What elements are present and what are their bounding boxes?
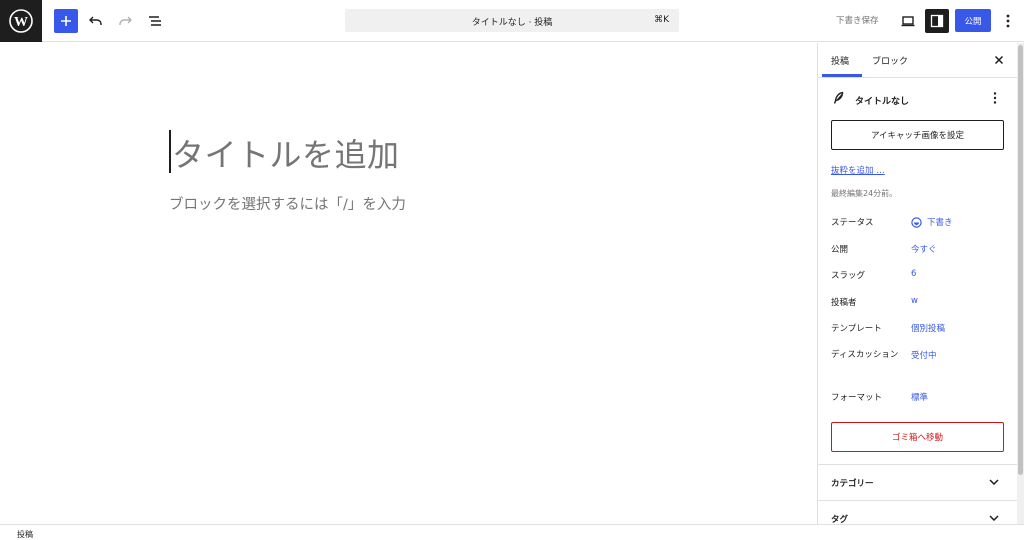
- plus-icon: [61, 16, 71, 26]
- editor-canvas[interactable]: タイトルを追加 ブロックを選択するには「/」を入力: [0, 43, 817, 524]
- block-breadcrumb[interactable]: 投稿: [17, 529, 33, 540]
- text-cursor: [169, 130, 171, 173]
- close-sidebar-button[interactable]: [991, 52, 1007, 68]
- format-button[interactable]: 標準: [911, 391, 928, 403]
- preview-button[interactable]: [896, 9, 920, 33]
- move-to-trash-button[interactable]: ゴミ箱へ移動: [831, 422, 1004, 452]
- post-feather-icon: [833, 91, 844, 104]
- template-button[interactable]: 個別投稿: [911, 322, 945, 334]
- status-value: 下書き: [927, 218, 953, 228]
- document-overview-button[interactable]: [143, 9, 167, 33]
- author-label: 投稿者: [831, 298, 857, 308]
- tags-panel-title: タグ: [831, 515, 849, 524]
- command-shortcut: ⌘K: [654, 15, 669, 25]
- scrollbar-thumb[interactable]: [1018, 45, 1023, 475]
- add-block-button[interactable]: [54, 9, 78, 33]
- publish-date-button[interactable]: 今すぐ: [911, 243, 937, 255]
- tags-panel-toggle[interactable]: タグ: [818, 500, 1017, 524]
- close-icon: [994, 55, 1004, 65]
- more-vertical-icon: [1006, 14, 1010, 28]
- editor-header: W タイトルなし · 投稿 ⌘K 下書き保存 公開: [0, 0, 1024, 42]
- settings-sidebar: 投稿 ブロック タイトルなし アイキャッチ画像を設定 抜粋を追加 … 最終編集2…: [817, 43, 1017, 524]
- default-block-appender[interactable]: ブロックを選択するには「/」を入力: [169, 193, 406, 214]
- sidebar-tabs: 投稿 ブロック: [818, 43, 1017, 78]
- save-draft-button[interactable]: 下書き保存: [836, 14, 879, 26]
- author-button[interactable]: w: [911, 296, 918, 306]
- publish-button[interactable]: 公開: [955, 9, 991, 32]
- undo-button[interactable]: [84, 9, 108, 33]
- format-label: フォーマット: [831, 393, 883, 403]
- more-vertical-icon: [993, 92, 997, 104]
- add-excerpt-link[interactable]: 抜粋を追加 …: [831, 164, 885, 176]
- options-menu-button[interactable]: [998, 9, 1018, 33]
- publish-label: 公開: [831, 245, 849, 255]
- document-title: タイトルなし · 投稿: [471, 18, 553, 28]
- post-title-input[interactable]: タイトルを追加: [172, 130, 400, 176]
- command-palette-bar[interactable]: タイトルなし · 投稿 ⌘K: [345, 9, 679, 32]
- chevron-down-icon: [987, 475, 1001, 489]
- settings-toggle-button[interactable]: [925, 9, 949, 33]
- status-value-button[interactable]: 下書き: [911, 216, 953, 228]
- slug-label: スラッグ: [831, 271, 866, 281]
- status-label: ステータス: [831, 218, 874, 228]
- categories-panel-toggle[interactable]: カテゴリー: [818, 464, 1017, 500]
- redo-button[interactable]: [113, 9, 137, 33]
- svg-text:W: W: [14, 15, 28, 30]
- draft-status-icon: [911, 216, 922, 228]
- wordpress-logo-icon: W: [9, 9, 33, 33]
- categories-panel-title: カテゴリー: [831, 479, 874, 489]
- redo-icon: [119, 16, 132, 25]
- wordpress-logo-button[interactable]: W: [0, 0, 42, 42]
- tab-post[interactable]: 投稿: [831, 54, 849, 67]
- sidebar-scrollbar[interactable]: [1017, 43, 1024, 524]
- discussion-label: ディスカッション: [831, 350, 899, 360]
- set-featured-image-button[interactable]: アイキャッチ画像を設定: [831, 120, 1004, 150]
- template-label: テンプレート: [831, 324, 882, 334]
- desktop-icon: [901, 16, 915, 27]
- post-card-title: タイトルなし: [855, 97, 910, 107]
- tab-block[interactable]: ブロック: [872, 54, 908, 67]
- active-tab-indicator: [822, 74, 862, 77]
- sidebar-toggle-icon: [930, 14, 944, 28]
- slug-button[interactable]: 6: [911, 269, 916, 279]
- undo-icon: [89, 16, 102, 25]
- chevron-down-icon: [987, 511, 1001, 524]
- list-view-icon: [149, 16, 161, 26]
- editor-footer: 投稿: [0, 524, 1024, 539]
- post-actions-button[interactable]: [989, 90, 1001, 106]
- last-edited-text: 最終編集24分前。: [831, 189, 898, 198]
- discussion-button[interactable]: 受付中: [911, 349, 937, 361]
